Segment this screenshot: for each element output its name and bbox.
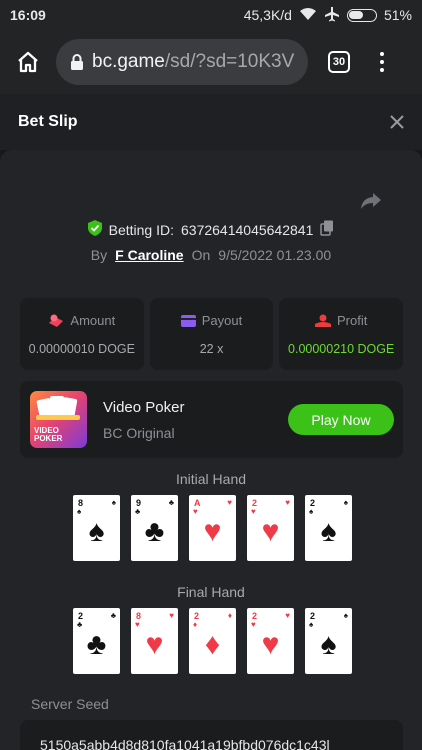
card-suit-large: ♦ xyxy=(204,628,221,661)
battery-icon xyxy=(346,8,377,22)
game-name: Video Poker xyxy=(103,399,185,416)
wifi-icon xyxy=(299,7,317,24)
share-button[interactable] xyxy=(360,192,382,215)
airplane-icon xyxy=(324,6,340,25)
by-label: By xyxy=(90,247,108,263)
playing-card: 2 ♥ ♥ ♥ xyxy=(247,495,294,561)
game-provider: BC Original xyxy=(103,425,175,441)
card-suit-corner: ♥ xyxy=(285,498,290,507)
close-button[interactable] xyxy=(390,109,404,135)
profit-value: 0.00000210 DOGE xyxy=(288,342,395,356)
playing-card: 2 ♣ ♣ ♣ xyxy=(73,608,120,674)
bet-date: 9/5/2022 01.23.00 xyxy=(218,247,332,263)
server-seed-label: Server Seed xyxy=(31,696,109,712)
copy-icon[interactable] xyxy=(320,220,334,239)
card-suit-corner: ♠ xyxy=(343,611,348,620)
card-suit-large: ♥ xyxy=(261,515,280,548)
lock-icon xyxy=(70,54,84,70)
profit-stat: Profit 0.00000210 DOGE xyxy=(279,298,404,370)
card-suit-large: ♣ xyxy=(144,515,165,548)
thumbnail-caption: VIDEO POKER xyxy=(34,426,63,443)
playing-card: 8 ♠ ♠ ♠ xyxy=(73,495,120,561)
game-card: VIDEO POKER Video Poker BC Original Play… xyxy=(20,381,403,458)
card-suit-corner: ♦ xyxy=(227,611,232,620)
video-poker-thumbnail: VIDEO POKER xyxy=(30,391,87,448)
card-suit-large: ♥ xyxy=(203,515,222,548)
final-hand-label: Final Hand xyxy=(177,584,245,600)
page-title: Bet Slip xyxy=(18,113,78,130)
status-right: 45,3K/d 51% xyxy=(244,6,412,25)
battery-level: 51% xyxy=(383,7,412,23)
bet-slip-header: Bet Slip xyxy=(0,94,422,150)
bet-detail-card: Betting ID: 63726414045642841 By F Carol… xyxy=(0,150,422,750)
network-speed: 45,3K/d xyxy=(243,7,292,23)
card-suit-large: ♥ xyxy=(261,628,280,661)
playing-card: 2 ♠ ♠ ♠ xyxy=(305,608,352,674)
payout-value: 22 x xyxy=(199,342,224,356)
server-seed-field[interactable]: 5150a5abb4d8d810fa1041a19bfbd076dc1c43l xyxy=(20,720,403,750)
status-time: 16:09 xyxy=(10,7,46,23)
amount-stat: Amount 0.00000010 DOGE xyxy=(20,298,144,370)
home-icon xyxy=(18,51,38,73)
home-button[interactable] xyxy=(0,50,56,74)
shield-check-icon xyxy=(87,220,102,239)
betting-id-value: 63726414045642841 xyxy=(181,221,314,238)
profit-icon xyxy=(315,314,331,327)
on-label: On xyxy=(191,247,211,263)
cards-icon xyxy=(36,396,80,420)
browser-menu-button[interactable] xyxy=(380,52,384,72)
card-suit-large: ♥ xyxy=(145,628,164,661)
payout-stat: Payout 22 x xyxy=(149,298,274,370)
url-path: /sd/?sd=10K3V xyxy=(164,51,295,72)
card-suit-large: ♠ xyxy=(88,515,105,548)
url-host: bc.game xyxy=(92,51,165,72)
card-suit-corner: ♠ xyxy=(343,498,348,507)
close-icon xyxy=(390,115,404,129)
card-suit-large: ♠ xyxy=(320,515,337,548)
card-suit-corner: ♠ xyxy=(111,498,116,507)
coins-icon xyxy=(49,314,64,327)
profit-label: Profit xyxy=(337,313,368,328)
playing-card: 2 ♦ ♦ ♦ xyxy=(189,608,236,674)
play-now-button[interactable]: Play Now xyxy=(288,404,394,435)
card-suit-corner: ♣ xyxy=(168,498,174,507)
share-icon xyxy=(361,193,381,209)
playing-card: 8 ♥ ♥ ♥ xyxy=(131,608,178,674)
author-link[interactable]: F Caroline xyxy=(115,247,183,263)
payout-label: Payout xyxy=(201,313,243,328)
wallet-icon xyxy=(180,314,196,327)
address-bar[interactable]: bc.game/sd/?sd=10K3V xyxy=(56,39,308,85)
playing-card: A ♥ ♥ ♥ xyxy=(189,495,236,561)
amount-value: 0.00000010 DOGE xyxy=(28,342,135,356)
byline: By F Caroline On 9/5/2022 01.23.00 xyxy=(0,247,422,263)
initial-hand-label: Initial Hand xyxy=(175,471,247,487)
playing-card: 9 ♣ ♣ ♣ xyxy=(131,495,178,561)
card-suit-corner: ♥ xyxy=(285,611,290,620)
initial-hand: 8 ♠ ♠ ♠ 9 ♣ ♣ ♣ A ♥ ♥ ♥ 2 ♥ ♥ ♥ 2 ♠ ♠ ♠ xyxy=(73,495,352,561)
betting-id-row: Betting ID: 63726414045642841 xyxy=(0,220,422,239)
final-hand: 2 ♣ ♣ ♣ 8 ♥ ♥ ♥ 2 ♦ ♦ ♦ 2 ♥ ♥ ♥ 2 ♠ ♠ ♠ xyxy=(73,608,352,674)
card-suit-corner: ♥ xyxy=(227,498,232,507)
amount-label: Amount xyxy=(70,313,116,328)
card-suit-large: ♠ xyxy=(320,628,337,661)
card-suit-corner: ♥ xyxy=(169,611,174,620)
status-bar: 16:09 45,3K/d 51% xyxy=(0,0,422,30)
playing-card: 2 ♥ ♥ ♥ xyxy=(247,608,294,674)
tab-switcher-button[interactable]: 30 xyxy=(328,51,350,73)
card-suit-large: ♣ xyxy=(86,628,107,661)
card-suit-corner: ♣ xyxy=(110,611,116,620)
browser-toolbar: bc.game/sd/?sd=10K3V 30 xyxy=(0,30,422,94)
stats-row: Amount 0.00000010 DOGE Payout 22 x Profi… xyxy=(20,298,404,370)
playing-card: 2 ♠ ♠ ♠ xyxy=(305,495,352,561)
betting-id-label: Betting ID: xyxy=(108,221,174,238)
